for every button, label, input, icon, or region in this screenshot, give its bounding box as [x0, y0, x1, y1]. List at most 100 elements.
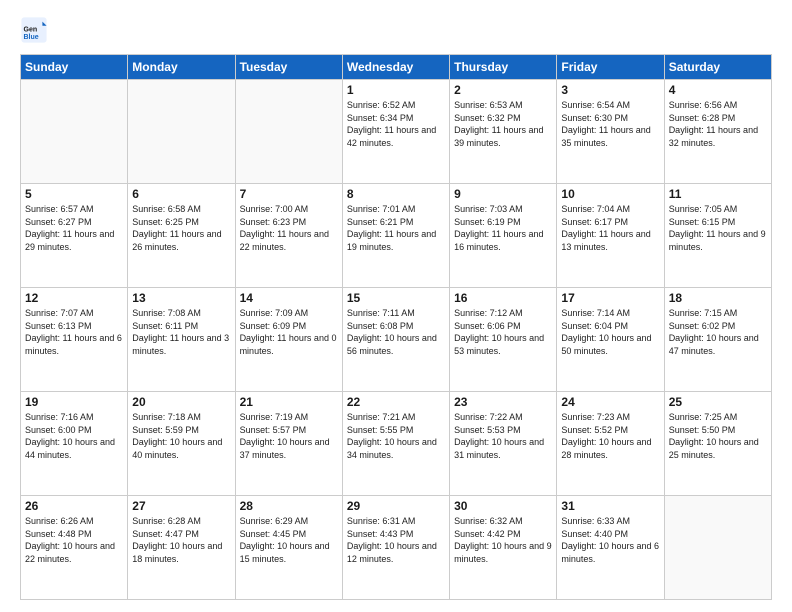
day-info: Sunrise: 7:23 AM Sunset: 5:52 PM Dayligh…	[561, 411, 659, 461]
calendar-cell: 22 Sunrise: 7:21 AM Sunset: 5:55 PM Dayli…	[342, 392, 449, 496]
calendar-cell: 1 Sunrise: 6:52 AM Sunset: 6:34 PM Daylig…	[342, 80, 449, 184]
day-info: Sunrise: 7:08 AM Sunset: 6:11 PM Dayligh…	[132, 307, 230, 357]
day-number: 19	[25, 395, 123, 409]
header-saturday: Saturday	[664, 55, 771, 80]
day-info: Sunrise: 6:28 AM Sunset: 4:47 PM Dayligh…	[132, 515, 230, 565]
calendar-cell: 18 Sunrise: 7:15 AM Sunset: 6:02 PM Dayli…	[664, 288, 771, 392]
day-number: 18	[669, 291, 767, 305]
day-info: Sunrise: 7:03 AM Sunset: 6:19 PM Dayligh…	[454, 203, 552, 253]
day-info: Sunrise: 7:01 AM Sunset: 6:21 PM Dayligh…	[347, 203, 445, 253]
day-number: 12	[25, 291, 123, 305]
svg-text:Gen: Gen	[24, 26, 38, 33]
day-number: 1	[347, 83, 445, 97]
day-info: Sunrise: 7:16 AM Sunset: 6:00 PM Dayligh…	[25, 411, 123, 461]
page: Gen Blue Sunday Monday Tuesday Wednesday	[0, 0, 792, 612]
calendar-cell: 9 Sunrise: 7:03 AM Sunset: 6:19 PM Daylig…	[450, 184, 557, 288]
calendar-table: Sunday Monday Tuesday Wednesday Thursday…	[20, 54, 772, 600]
calendar-cell	[128, 80, 235, 184]
svg-text:Blue: Blue	[24, 34, 39, 41]
day-number: 13	[132, 291, 230, 305]
day-number: 30	[454, 499, 552, 513]
calendar-cell: 8 Sunrise: 7:01 AM Sunset: 6:21 PM Daylig…	[342, 184, 449, 288]
day-info: Sunrise: 6:52 AM Sunset: 6:34 PM Dayligh…	[347, 99, 445, 149]
day-info: Sunrise: 7:05 AM Sunset: 6:15 PM Dayligh…	[669, 203, 767, 253]
day-number: 5	[25, 187, 123, 201]
calendar-cell: 10 Sunrise: 7:04 AM Sunset: 6:17 PM Dayli…	[557, 184, 664, 288]
day-info: Sunrise: 7:19 AM Sunset: 5:57 PM Dayligh…	[240, 411, 338, 461]
day-number: 26	[25, 499, 123, 513]
day-number: 29	[347, 499, 445, 513]
calendar-cell: 26 Sunrise: 6:26 AM Sunset: 4:48 PM Dayli…	[21, 496, 128, 600]
day-info: Sunrise: 6:32 AM Sunset: 4:42 PM Dayligh…	[454, 515, 552, 565]
weekday-header-row: Sunday Monday Tuesday Wednesday Thursday…	[21, 55, 772, 80]
day-info: Sunrise: 6:57 AM Sunset: 6:27 PM Dayligh…	[25, 203, 123, 253]
day-number: 21	[240, 395, 338, 409]
day-number: 28	[240, 499, 338, 513]
day-info: Sunrise: 6:29 AM Sunset: 4:45 PM Dayligh…	[240, 515, 338, 565]
day-info: Sunrise: 7:21 AM Sunset: 5:55 PM Dayligh…	[347, 411, 445, 461]
calendar-cell	[664, 496, 771, 600]
header-sunday: Sunday	[21, 55, 128, 80]
header-wednesday: Wednesday	[342, 55, 449, 80]
day-info: Sunrise: 7:00 AM Sunset: 6:23 PM Dayligh…	[240, 203, 338, 253]
calendar-cell: 23 Sunrise: 7:22 AM Sunset: 5:53 PM Dayli…	[450, 392, 557, 496]
day-info: Sunrise: 6:26 AM Sunset: 4:48 PM Dayligh…	[25, 515, 123, 565]
day-info: Sunrise: 7:25 AM Sunset: 5:50 PM Dayligh…	[669, 411, 767, 461]
day-info: Sunrise: 6:53 AM Sunset: 6:32 PM Dayligh…	[454, 99, 552, 149]
day-info: Sunrise: 6:54 AM Sunset: 6:30 PM Dayligh…	[561, 99, 659, 149]
day-number: 7	[240, 187, 338, 201]
day-number: 23	[454, 395, 552, 409]
calendar-cell: 13 Sunrise: 7:08 AM Sunset: 6:11 PM Dayli…	[128, 288, 235, 392]
logo: Gen Blue	[20, 16, 50, 44]
calendar-cell: 25 Sunrise: 7:25 AM Sunset: 5:50 PM Dayli…	[664, 392, 771, 496]
day-info: Sunrise: 7:15 AM Sunset: 6:02 PM Dayligh…	[669, 307, 767, 357]
day-number: 9	[454, 187, 552, 201]
day-number: 17	[561, 291, 659, 305]
calendar-cell: 31 Sunrise: 6:33 AM Sunset: 4:40 PM Dayli…	[557, 496, 664, 600]
day-info: Sunrise: 6:33 AM Sunset: 4:40 PM Dayligh…	[561, 515, 659, 565]
day-info: Sunrise: 7:14 AM Sunset: 6:04 PM Dayligh…	[561, 307, 659, 357]
day-info: Sunrise: 7:12 AM Sunset: 6:06 PM Dayligh…	[454, 307, 552, 357]
calendar-cell: 16 Sunrise: 7:12 AM Sunset: 6:06 PM Dayli…	[450, 288, 557, 392]
calendar-cell: 21 Sunrise: 7:19 AM Sunset: 5:57 PM Dayli…	[235, 392, 342, 496]
calendar-cell: 7 Sunrise: 7:00 AM Sunset: 6:23 PM Daylig…	[235, 184, 342, 288]
calendar-cell: 5 Sunrise: 6:57 AM Sunset: 6:27 PM Daylig…	[21, 184, 128, 288]
day-number: 22	[347, 395, 445, 409]
day-number: 16	[454, 291, 552, 305]
header-tuesday: Tuesday	[235, 55, 342, 80]
day-number: 27	[132, 499, 230, 513]
day-info: Sunrise: 6:58 AM Sunset: 6:25 PM Dayligh…	[132, 203, 230, 253]
day-number: 25	[669, 395, 767, 409]
calendar-cell: 20Sunrise: 7:18 AM Sunset: 5:59 PM Dayli…	[128, 392, 235, 496]
day-info: Sunrise: 7:11 AM Sunset: 6:08 PM Dayligh…	[347, 307, 445, 357]
day-number: 15	[347, 291, 445, 305]
day-info: Sunrise: 7:09 AM Sunset: 6:09 PM Dayligh…	[240, 307, 338, 357]
header-monday: Monday	[128, 55, 235, 80]
calendar-cell: 4Sunrise: 6:56 AM Sunset: 6:28 PM Daylig…	[664, 80, 771, 184]
day-number: 8	[347, 187, 445, 201]
calendar-cell: 19 Sunrise: 7:16 AM Sunset: 6:00 PM Dayli…	[21, 392, 128, 496]
day-number: 2	[454, 83, 552, 97]
calendar-cell	[235, 80, 342, 184]
day-number: 6	[132, 187, 230, 201]
calendar-cell: 24 Sunrise: 7:23 AM Sunset: 5:52 PM Dayli…	[557, 392, 664, 496]
day-info: Sunrise: 7:04 AM Sunset: 6:17 PM Dayligh…	[561, 203, 659, 253]
calendar-cell	[21, 80, 128, 184]
day-number: 10	[561, 187, 659, 201]
calendar-cell: 12 Sunrise: 7:07 AM Sunset: 6:13 PM Dayli…	[21, 288, 128, 392]
day-info: Sunrise: 7:07 AM Sunset: 6:13 PM Dayligh…	[25, 307, 123, 357]
day-info: Sunrise: 6:56 AM Sunset: 6:28 PM Dayligh…	[669, 99, 767, 149]
calendar-cell: 29 Sunrise: 6:31 AM Sunset: 4:43 PM Dayli…	[342, 496, 449, 600]
day-number: 14	[240, 291, 338, 305]
calendar-cell: 2 Sunrise: 6:53 AM Sunset: 6:32 PM Daylig…	[450, 80, 557, 184]
calendar-cell: 28 Sunrise: 6:29 AM Sunset: 4:45 PM Dayli…	[235, 496, 342, 600]
calendar-cell: 27 Sunrise: 6:28 AM Sunset: 4:47 PM Dayli…	[128, 496, 235, 600]
day-info: Sunrise: 6:31 AM Sunset: 4:43 PM Dayligh…	[347, 515, 445, 565]
calendar-cell: 30 Sunrise: 6:32 AM Sunset: 4:42 PM Dayli…	[450, 496, 557, 600]
calendar-cell: 14 Sunrise: 7:09 AM Sunset: 6:09 PM Dayli…	[235, 288, 342, 392]
calendar-cell: 17 Sunrise: 7:14 AM Sunset: 6:04 PM Dayli…	[557, 288, 664, 392]
day-info: Sunrise: 7:22 AM Sunset: 5:53 PM Dayligh…	[454, 411, 552, 461]
header-friday: Friday	[557, 55, 664, 80]
day-number: 24	[561, 395, 659, 409]
day-number: 31	[561, 499, 659, 513]
